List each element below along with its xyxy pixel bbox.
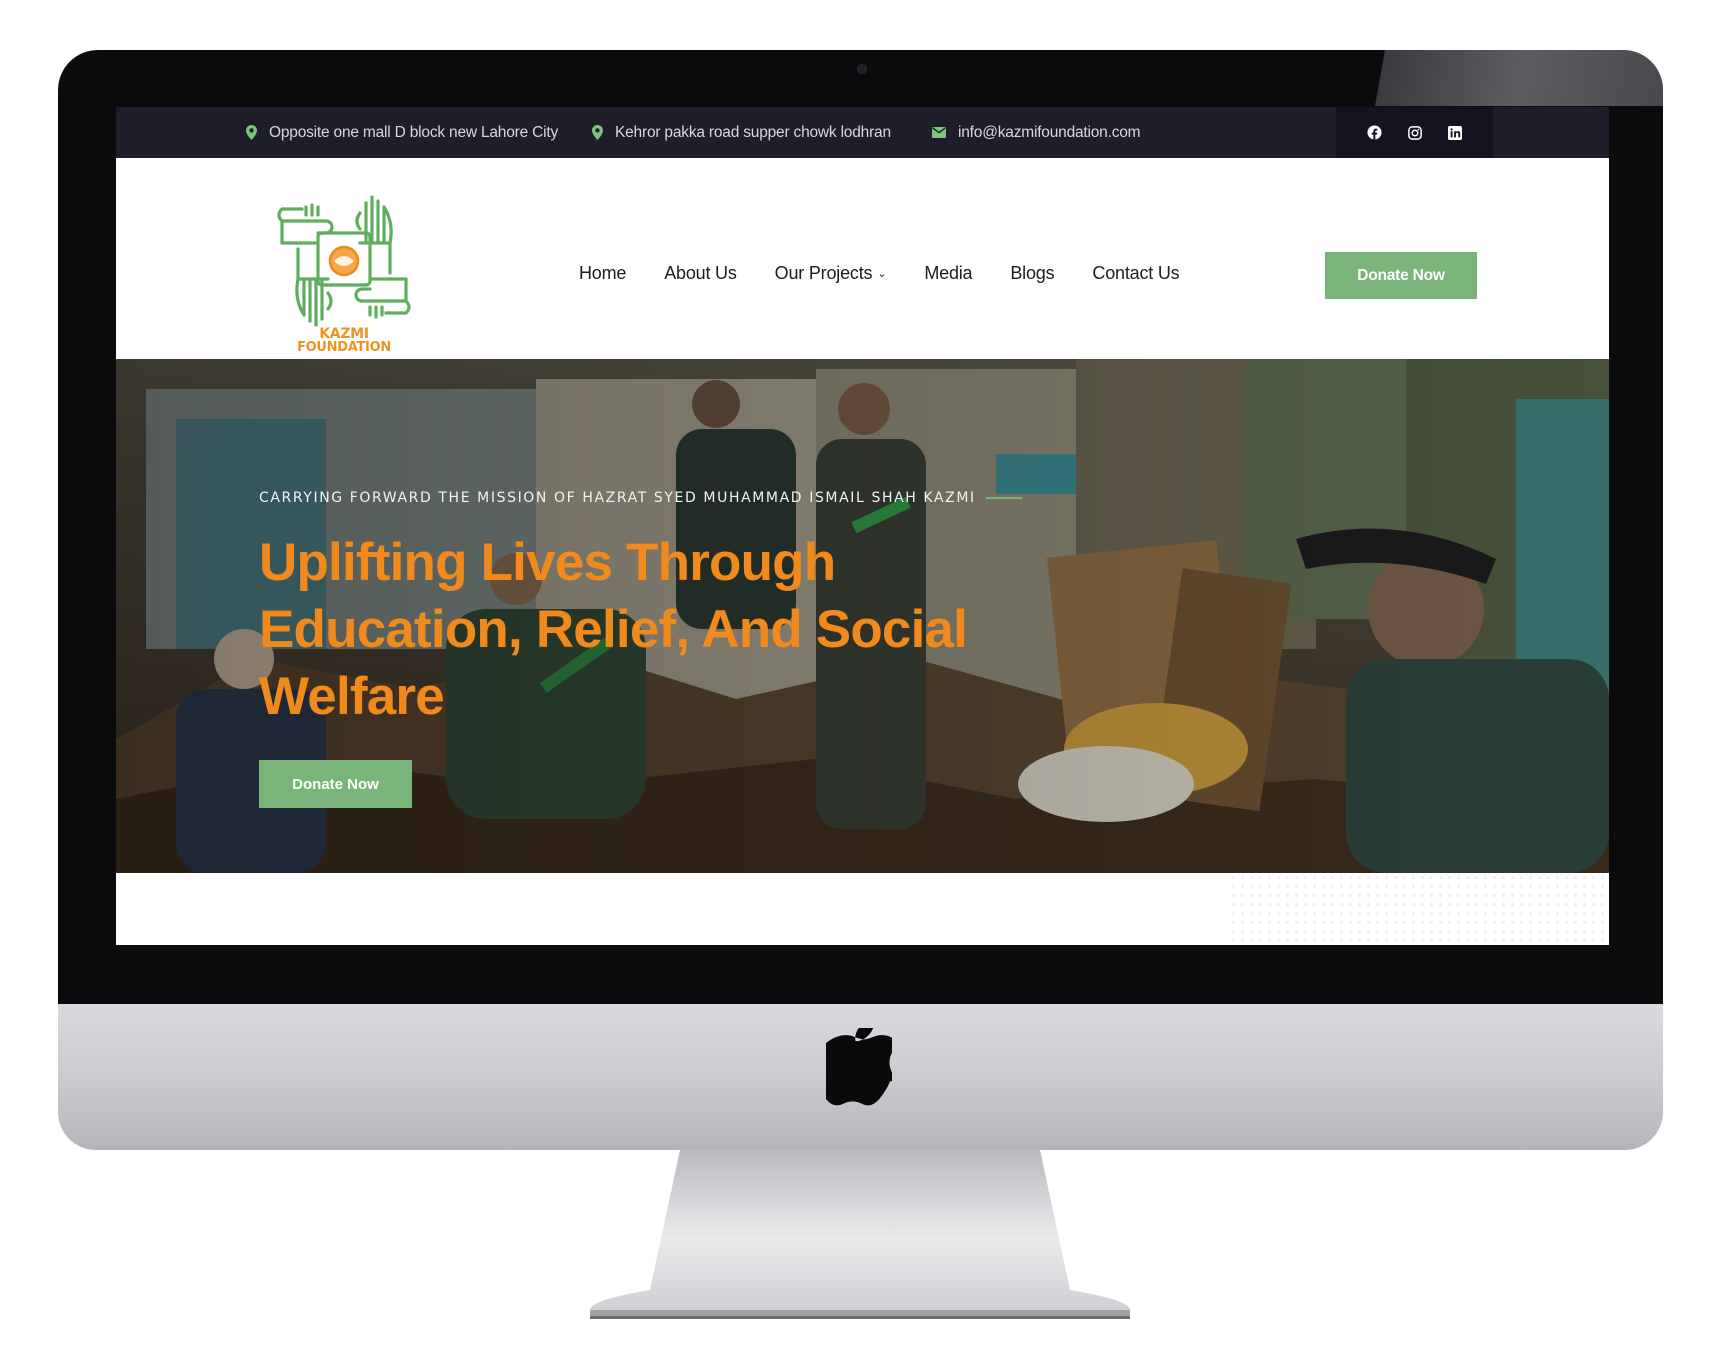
- hero-title-line-3: Welfare: [259, 667, 445, 726]
- email-info[interactable]: info@kazmifoundation.com: [932, 107, 1141, 158]
- header-donate-button[interactable]: Donate Now: [1325, 252, 1477, 299]
- website-screen: Opposite one mall D block new Lahore Cit…: [116, 107, 1609, 945]
- address-2-text: Kehror pakka road supper chowk lodhran: [615, 123, 891, 141]
- nav-item-label: Contact Us: [1092, 262, 1180, 283]
- top-info-bar: Opposite one mall D block new Lahore Cit…: [116, 107, 1609, 158]
- next-section-start: [116, 873, 1609, 945]
- subtitle-dash-divider: [985, 497, 1022, 499]
- camera-icon: [857, 64, 867, 74]
- social-links: [1336, 107, 1493, 158]
- hero-title-line-2: Education, Relief, And Social: [259, 600, 968, 659]
- monitor-stand: [590, 1150, 1130, 1319]
- bezel-gloss: [1303, 50, 1663, 106]
- logo-text-foundation: FOUNDATION: [297, 340, 391, 355]
- nav-item-media[interactable]: Media: [924, 263, 972, 284]
- nav-item-label: Home: [579, 262, 627, 283]
- facebook-icon[interactable]: [1367, 125, 1383, 141]
- linkedin-icon[interactable]: [1447, 125, 1463, 141]
- nav-item-label: About Us: [664, 262, 737, 283]
- hands-logo-icon: [277, 195, 411, 327]
- nav-item-blogs[interactable]: Blogs: [1010, 263, 1054, 284]
- kazmi-foundation-logo[interactable]: KAZMI FOUNDATION: [274, 193, 414, 355]
- nav-item-label: Our Projects: [774, 262, 873, 283]
- nav-item-contact-us[interactable]: Contact Us: [1092, 263, 1179, 284]
- instagram-icon[interactable]: [1407, 125, 1423, 141]
- nav-item-our-projects[interactable]: Our Projects ⌄: [775, 263, 887, 284]
- address-1: Opposite one mall D block new Lahore Cit…: [246, 107, 558, 158]
- map-pin-icon: [592, 125, 603, 140]
- apple-icon: [826, 1028, 892, 1106]
- imac-mockup: Opposite one mall D block new Lahore Cit…: [0, 0, 1713, 1366]
- hero-section: CARRYING FORWARD THE MISSION OF HAZRAT S…: [116, 359, 1609, 873]
- hero-subtitle: CARRYING FORWARD THE MISSION OF HAZRAT S…: [259, 490, 1022, 506]
- hero-title-line-1: Uplifting Lives Through: [259, 533, 836, 592]
- hero-subtitle-text: CARRYING FORWARD THE MISSION OF HAZRAT S…: [259, 490, 976, 506]
- nav-item-label: Blogs: [1010, 262, 1055, 283]
- nav-item-label: Media: [924, 262, 973, 283]
- map-pin-icon: [246, 125, 257, 140]
- hero-headline: Uplifting Lives Through Education, Relie…: [259, 529, 1039, 730]
- hero-donate-button[interactable]: Donate Now: [259, 760, 412, 808]
- main-navigation: Home About Us Our Projects ⌄ Media Blogs …: [579, 258, 1180, 288]
- email-text[interactable]: info@kazmifoundation.com: [958, 124, 1141, 142]
- address-1-text: Opposite one mall D block new Lahore Cit…: [269, 123, 559, 141]
- envelope-icon: [932, 127, 946, 138]
- nav-item-home[interactable]: Home: [579, 263, 626, 284]
- chevron-down-icon: ⌄: [877, 267, 887, 280]
- nav-item-about-us[interactable]: About Us: [664, 262, 737, 284]
- site-header: KAZMI FOUNDATION Home About Us Our Proje…: [116, 158, 1609, 359]
- dot-pattern-decoration: [1229, 873, 1609, 945]
- address-2: Kehror pakka road supper chowk lodhran: [592, 107, 891, 158]
